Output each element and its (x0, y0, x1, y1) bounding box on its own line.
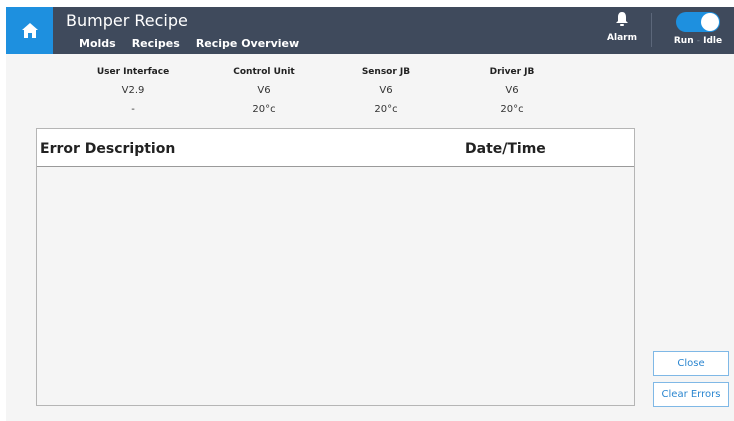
top-bar: Bumper Recipe Molds Recipes Recipe Overv… (6, 7, 734, 56)
version-value: V6 (257, 85, 271, 96)
version-info: User Interface V2.9 - Control Unit V6 20… (6, 54, 734, 124)
version-heading: Sensor JB (361, 67, 411, 77)
idle-label: Idle (703, 36, 723, 46)
version-heading: Driver JB (489, 67, 535, 77)
toggle-switch[interactable] (676, 12, 720, 32)
close-button[interactable]: Close (653, 351, 729, 376)
main-panel: User Interface V2.9 - Control Unit V6 20… (6, 54, 734, 421)
alarm-button[interactable]: Alarm (604, 11, 640, 43)
tab-bar: Molds Recipes Recipe Overview (79, 37, 315, 56)
home-button[interactable] (6, 7, 53, 54)
version-value: V6 (505, 85, 519, 96)
tab-recipes[interactable]: Recipes (132, 37, 180, 53)
run-label: Run (673, 36, 694, 46)
tab-recipe-overview[interactable]: Recipe Overview (195, 37, 300, 56)
run-idle-toggle[interactable]: Run - Idle (670, 12, 726, 46)
version-heading: Control Unit (233, 67, 295, 77)
column-header-error-description: Error Description (40, 141, 176, 157)
version-col-driver-jb: Driver JB V6 20°c (452, 67, 572, 115)
run-idle-separator: - (696, 36, 700, 46)
temperature-value: 20°c (500, 104, 524, 115)
version-col-user-interface: User Interface V2.9 - (73, 67, 193, 115)
toggle-knob (701, 13, 719, 31)
header-divider (651, 13, 652, 47)
temperature-value: - (131, 104, 135, 115)
error-table[interactable]: Error Description Date/Time (36, 128, 635, 406)
run-idle-label: Run - Idle (670, 36, 726, 46)
version-col-sensor-jb: Sensor JB V6 20°c (326, 67, 446, 115)
temperature-value: 20°c (252, 104, 276, 115)
version-value: V6 (379, 85, 393, 96)
column-header-date-time: Date/Time (465, 141, 546, 157)
page-title: Bumper Recipe (66, 11, 188, 30)
temperature-value: 20°c (374, 104, 398, 115)
version-col-control-unit: Control Unit V6 20°c (204, 67, 324, 115)
home-icon (21, 23, 38, 38)
version-value: V2.9 (121, 85, 145, 96)
bell-icon (616, 12, 628, 26)
error-table-header: Error Description Date/Time (37, 129, 634, 167)
clear-errors-button[interactable]: Clear Errors (653, 382, 729, 407)
version-heading: User Interface (96, 67, 170, 77)
alarm-label: Alarm (607, 33, 637, 43)
tab-molds[interactable]: Molds (79, 37, 116, 53)
